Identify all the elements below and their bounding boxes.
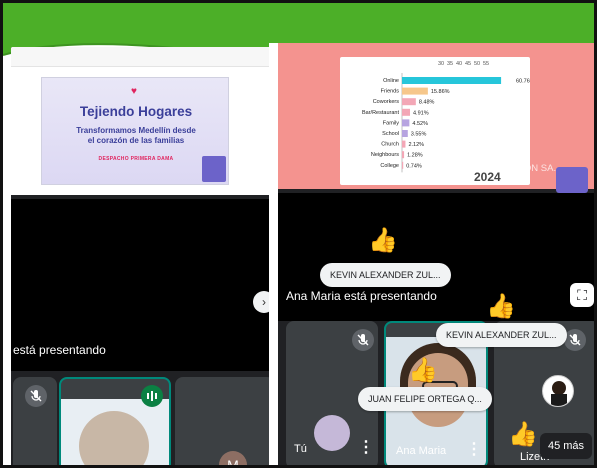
reaction-name-pill: JUAN FELIPE ORTEGA Q... xyxy=(358,387,492,411)
left-meeting-window: ♥ Tejiendo Hogares Transformamos Medellí… xyxy=(11,47,273,465)
presenting-label: está presentando xyxy=(13,343,106,357)
category-label: Family xyxy=(383,120,399,126)
data-label: 60.76% xyxy=(516,79,530,85)
axis-tick-label: 40 xyxy=(456,61,462,67)
category-label: Neighbours xyxy=(371,152,399,158)
mic-off-icon xyxy=(564,329,586,351)
more-vert-icon[interactable]: ⋮ xyxy=(466,439,482,459)
participant-name: Ana Maria xyxy=(396,445,447,457)
shared-screen: 303540455055 Online 60.76% Friends 15.86% Cow… xyxy=(278,43,594,193)
participant-tile[interactable] xyxy=(13,377,57,465)
chart-bar xyxy=(402,140,406,148)
presenting-label: Ana Maria está presentando xyxy=(286,289,437,303)
data-label: 2.12% xyxy=(408,142,424,148)
shared-presentation: ♥ Tejiendo Hogares Transformamos Medellí… xyxy=(11,47,273,195)
category-label: Bar/Restaurant xyxy=(362,110,399,116)
screenshot-frame: ♥ Tejiendo Hogares Transformamos Medellí… xyxy=(0,0,597,468)
avatar xyxy=(314,415,350,451)
participant-tile-speaking[interactable] xyxy=(59,377,171,465)
more-vert-icon[interactable]: ⋮ xyxy=(358,437,374,457)
data-label: 3.55% xyxy=(411,132,427,138)
axis-tick-label: 50 xyxy=(474,61,480,67)
mic-off-icon xyxy=(352,329,374,351)
thumbs-up-icon: 👍 xyxy=(508,421,538,448)
participant-photo xyxy=(542,375,574,407)
category-label: College xyxy=(380,163,399,169)
category-label: Online xyxy=(383,78,399,84)
chart-bar xyxy=(402,151,405,159)
presentation-slide: ♥ Tejiendo Hogares Transformamos Medellí… xyxy=(41,77,229,185)
data-label: 4.91% xyxy=(413,110,429,116)
axis-tick-label: 30 xyxy=(438,61,444,67)
slide-title: Tejiendo Hogares xyxy=(79,104,193,119)
avatar: M xyxy=(219,451,247,465)
right-meeting-window: 303540455055 Online 60.76% Friends 15.86% Cow… xyxy=(278,43,594,465)
chart-bar xyxy=(402,77,502,84)
axis-tick-label: 55 xyxy=(483,61,489,67)
thumbs-up-icon: 👍 xyxy=(486,293,516,320)
slide-subtitle-line-2: el corazón de las familias xyxy=(87,136,185,145)
participant-tile[interactable]: M xyxy=(175,377,273,465)
data-label: 8.48% xyxy=(419,100,435,106)
category-label: Coworkers xyxy=(373,99,400,105)
axis-tick-label: 45 xyxy=(465,61,471,67)
reaction-name-pill: KEVIN ALEXANDER ZUL... xyxy=(320,263,451,287)
category-label: School xyxy=(382,131,399,137)
chart-bar xyxy=(402,161,404,169)
data-label: 15.86% xyxy=(431,89,450,95)
mic-off-icon xyxy=(25,385,47,407)
category-label: Friends xyxy=(381,89,400,95)
self-view-thumbnail xyxy=(556,167,588,193)
data-label: 0.74% xyxy=(406,163,422,169)
chart-bar xyxy=(402,98,416,106)
chart-bar xyxy=(402,119,410,127)
reaction-name-pill: KEVIN ALEXANDER ZUL... xyxy=(436,323,567,347)
heart-icon: ♥ xyxy=(131,86,137,97)
thumbs-up-icon: 👍 xyxy=(368,227,398,254)
category-label: Church xyxy=(381,142,399,148)
chart-bar xyxy=(402,130,408,137)
more-participants-badge[interactable]: 45 más xyxy=(540,433,592,459)
slide-subtitle-line-1: Transformamos Medellín desde xyxy=(76,126,196,135)
speaking-indicator-icon xyxy=(141,385,163,407)
chart-bar xyxy=(402,108,411,116)
chart-bar xyxy=(402,87,428,95)
alcaldia-logo xyxy=(202,156,226,182)
data-label: 1.28% xyxy=(407,153,423,159)
thumbs-up-icon: 👍 xyxy=(408,357,438,384)
slide-subtitle: Transformamos Medellín desde el corazón … xyxy=(42,126,230,146)
fullscreen-icon[interactable]: ⛶ xyxy=(570,283,594,307)
slides-toolbar xyxy=(11,47,273,67)
self-view-name: SAMUEL CALDERÓN SA... xyxy=(444,163,562,174)
participant-name: Tú xyxy=(294,443,307,455)
data-label: 4.52% xyxy=(412,121,428,127)
axis-tick-label: 35 xyxy=(447,61,453,67)
